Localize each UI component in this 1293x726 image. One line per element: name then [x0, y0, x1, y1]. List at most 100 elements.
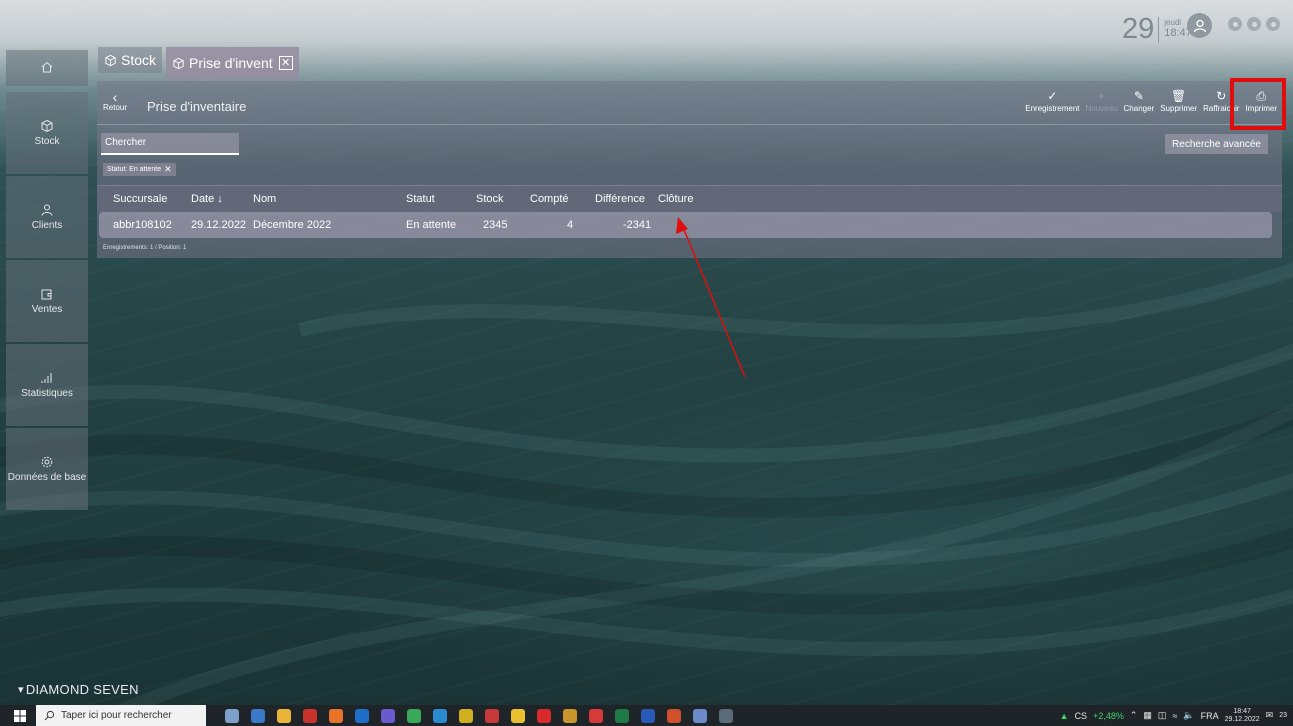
tab-stock[interactable]: Stock	[98, 47, 163, 73]
taskbar-search-placeholder: Taper ici pour rechercher	[61, 710, 172, 721]
cube-icon	[173, 57, 184, 69]
column-header-difference[interactable]: Différence	[595, 193, 645, 205]
firefox-icon[interactable]	[329, 708, 343, 723]
sidebar-item-label: Ventes	[31, 304, 63, 315]
diamond-seven-icon[interactable]	[719, 708, 733, 723]
wallet-icon	[41, 289, 52, 300]
tab-label: Stock	[121, 52, 157, 68]
clock-separator	[1158, 17, 1160, 43]
app-icon[interactable]	[407, 708, 421, 723]
person-icon	[41, 204, 53, 216]
taskbar-search-input[interactable]: Taper ici pour rechercher	[36, 705, 206, 726]
outlook-icon[interactable]	[355, 708, 369, 723]
toolbar: ‹ Retour Prise d'inventaire ✓ Enregistre…	[97, 81, 1282, 125]
user-avatar[interactable]	[1187, 13, 1212, 38]
refresh-icon: ↻	[1216, 89, 1227, 103]
supprimer-button[interactable]: 🗑 Supprimer	[1157, 89, 1200, 113]
close-icon[interactable]: ✕	[164, 164, 172, 175]
cube-icon	[41, 119, 53, 133]
cell-date: 29.12.2022	[191, 219, 247, 231]
app-icon[interactable]	[381, 708, 395, 723]
logo-icon: ▾	[18, 684, 24, 696]
excel-icon[interactable]	[615, 708, 629, 723]
tab-prise-inventaire[interactable]: Prise d'invent ✕	[166, 47, 299, 79]
task-view-icon[interactable]	[225, 708, 239, 723]
battery-icon[interactable]: ◫	[1158, 710, 1167, 721]
app-icon[interactable]	[251, 708, 265, 723]
home-icon	[41, 61, 53, 72]
column-header-nom[interactable]: Nom	[253, 193, 276, 205]
sidebar-item-clients[interactable]: Clients	[6, 176, 88, 258]
action-label: Changer	[1123, 104, 1155, 113]
stock-change: +2,48%	[1093, 710, 1124, 721]
filter-chip[interactable]: Statut: En attente ✕	[103, 163, 176, 176]
table-row[interactable]: abbr108102 29.12.2022 Décembre 2022 En a…	[99, 212, 1272, 238]
advanced-search-button[interactable]: Recherche avancée	[1165, 134, 1268, 154]
minimize-button[interactable]	[1228, 17, 1242, 31]
volume-icon[interactable]: 🔈	[1183, 710, 1194, 721]
app-icon[interactable]	[693, 708, 707, 723]
chrome-icon[interactable]	[511, 708, 525, 723]
main-panel: ‹ Retour Prise d'inventaire ✓ Enregistre…	[97, 81, 1282, 258]
filezilla-icon[interactable]	[303, 708, 317, 723]
system-tray: ▲ CS +2,48% ⌃ ▦ ◫ ≈ 🔈 FRA 18:47 29.12.20…	[1060, 705, 1287, 726]
cell-difference: -2341	[623, 219, 652, 231]
nouveau-button[interactable]: + Nouveau	[1083, 89, 1121, 113]
cell-statut: En attente	[406, 219, 457, 231]
cell-nom: Décembre 2022	[253, 219, 332, 231]
back-button[interactable]: ‹ Retour	[103, 90, 127, 112]
column-header-cloture[interactable]: Clôture	[658, 193, 693, 205]
notification-count: 23	[1279, 712, 1287, 719]
column-header-statut[interactable]: Statut	[406, 193, 435, 205]
language-indicator[interactable]: FRA	[1201, 711, 1219, 721]
column-header-succursale[interactable]: Succursale	[113, 193, 167, 205]
cell-succursale: abbr108102	[113, 219, 172, 231]
column-header-compte[interactable]: Compté	[530, 193, 569, 205]
close-window-button[interactable]	[1266, 17, 1280, 31]
close-tab-button[interactable]: ✕	[278, 56, 293, 70]
sidebar-item-label: Statistiques	[21, 388, 73, 399]
windows-start-button[interactable]	[12, 709, 28, 722]
app-icon[interactable]	[485, 708, 499, 723]
taskbar-apps	[225, 705, 733, 726]
app-icon[interactable]	[589, 708, 603, 723]
action-label: Nouveau	[1085, 104, 1118, 113]
plus-icon: +	[1098, 89, 1106, 103]
column-header-date[interactable]: Date ↓	[191, 193, 223, 205]
clock-day: 29	[1122, 13, 1155, 45]
notification-icon[interactable]: ✉	[1266, 710, 1274, 721]
column-header-stock[interactable]: Stock	[476, 193, 504, 205]
acrobat-icon[interactable]	[537, 708, 551, 723]
changer-button[interactable]: ✎ Changer	[1121, 89, 1158, 113]
powerpoint-icon[interactable]	[667, 708, 681, 723]
brand-logo: ▾ DIAMOND SEVEN	[18, 682, 139, 697]
sidebar-item-home[interactable]	[6, 50, 88, 86]
sidebar-item-donnees-de-base[interactable]: Données de base	[6, 428, 88, 510]
brand-name: DIAMOND SEVEN	[25, 682, 139, 697]
app-icon[interactable]	[433, 708, 447, 723]
search-input[interactable]: Chercher	[101, 133, 239, 155]
sidebar-item-stock[interactable]: Stock	[6, 92, 88, 174]
sidebar-item-label: Stock	[34, 136, 60, 147]
taskbar-clock[interactable]: 18:47 29.12.2022	[1225, 708, 1260, 724]
sidebar-item-ventes[interactable]: Ventes	[6, 260, 88, 342]
sidebar-item-label: Données de base	[7, 472, 87, 483]
taskbar-time: 18:47	[1233, 707, 1251, 715]
folder-icon[interactable]	[277, 708, 291, 723]
records-status: Enregistrements: 1 / Position: 1	[103, 245, 187, 251]
sidebar-item-statistiques[interactable]: Statistiques	[6, 344, 88, 426]
chevron-up-icon[interactable]: ⌃	[1130, 710, 1138, 721]
pencil-icon: ✎	[1133, 89, 1144, 103]
cell-stock: 2345	[483, 219, 508, 231]
app-icon[interactable]	[563, 708, 577, 723]
word-icon[interactable]	[641, 708, 655, 723]
enregistrement-button[interactable]: ✓ Enregistrement	[1022, 89, 1082, 113]
stock-ticker: CS	[1074, 710, 1088, 721]
sidebar-item-label: Clients	[31, 220, 63, 231]
cube-icon	[105, 54, 116, 66]
stock-chart-icon: ▲	[1059, 710, 1069, 721]
app-icon[interactable]	[459, 708, 473, 723]
wifi-icon[interactable]: ≈	[1172, 711, 1177, 721]
maximize-button[interactable]	[1247, 17, 1261, 31]
network-icon[interactable]: ▦	[1143, 710, 1152, 721]
